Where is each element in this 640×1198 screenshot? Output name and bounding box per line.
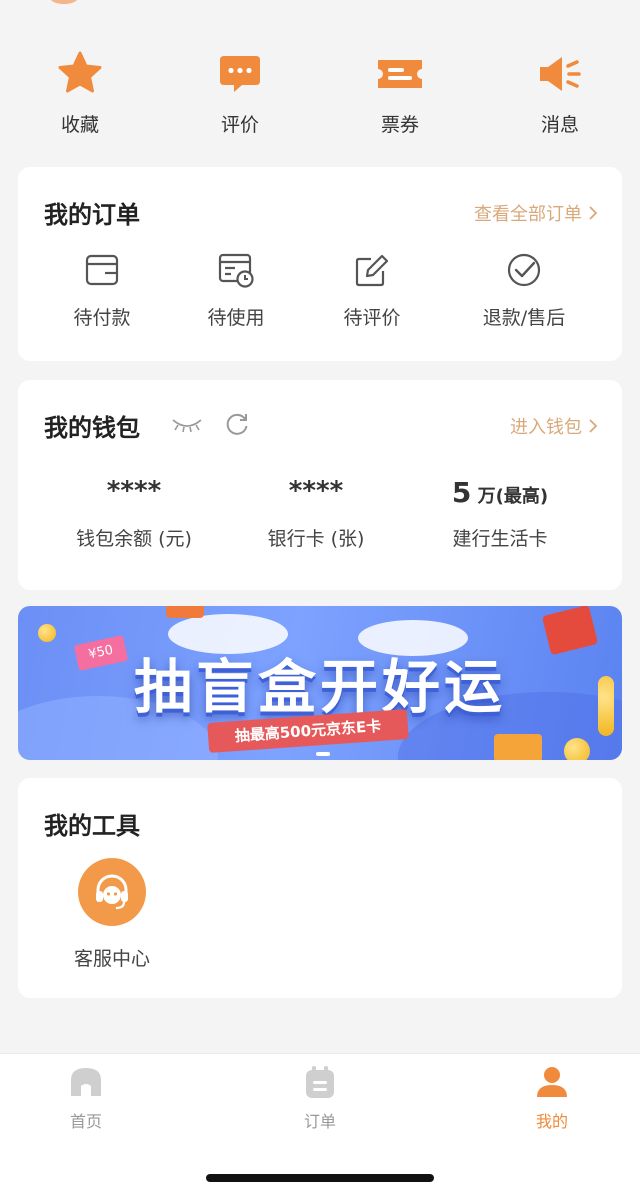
quick-action-label: 评价 xyxy=(220,114,259,136)
wallet-card: 我的钱包 进入钱包 **** 钱包余额 (元) **** 银行卡 (张) 5 万… xyxy=(18,380,622,590)
quick-action-label: 收藏 xyxy=(60,114,99,136)
enter-wallet-link[interactable]: 进入钱包 xyxy=(510,413,598,439)
tab-label: 我的 xyxy=(535,1112,568,1131)
tab-orders[interactable]: 订单 xyxy=(260,1064,380,1132)
home-indicator xyxy=(206,1174,434,1182)
life-card-label: 建行生活卡 xyxy=(452,528,548,550)
life-card-amount: 5 xyxy=(451,476,472,509)
tab-mine[interactable]: 我的 xyxy=(492,1064,612,1132)
refresh-icon[interactable] xyxy=(224,411,250,437)
tools-title: 我的工具 xyxy=(44,812,140,840)
user-icon xyxy=(537,1067,567,1097)
tools-card: 我的工具 客服中心 xyxy=(18,778,622,998)
home-icon xyxy=(71,1068,101,1096)
megaphone-icon xyxy=(540,57,581,91)
banner-title: 抽盲盒开好运 xyxy=(133,653,506,721)
tab-label: 订单 xyxy=(303,1112,336,1131)
quick-action-favorites[interactable]: 收藏 xyxy=(20,48,140,137)
wallet-title: 我的钱包 xyxy=(44,414,140,442)
check-circle-icon xyxy=(507,253,541,287)
promo-banner[interactable]: ¥50 抽盲盒开好运 抽最高500元京东E卡 xyxy=(18,606,622,760)
gift-box xyxy=(166,606,204,618)
coin xyxy=(564,738,590,760)
life-card[interactable]: 5 万(最高) 建行生活卡 xyxy=(410,476,590,551)
headset-icon xyxy=(96,874,128,910)
order-status-label: 待评价 xyxy=(343,307,401,329)
quick-action-tickets[interactable]: 票券 xyxy=(340,48,460,137)
view-all-orders-label: 查看全部订单 xyxy=(474,204,582,225)
calendar-clock-icon xyxy=(218,253,254,288)
tab-label: 首页 xyxy=(69,1112,102,1131)
tool-icon-circle xyxy=(78,858,146,926)
bank-cards[interactable]: **** 银行卡 (张) xyxy=(226,476,406,551)
chevron-right-icon xyxy=(589,419,598,433)
customer-service-center[interactable]: 客服中心 xyxy=(44,858,180,971)
order-status-label: 待付款 xyxy=(73,307,131,329)
gift-box xyxy=(494,734,542,760)
order-status-to-use[interactable]: 待使用 xyxy=(168,251,304,330)
edit-icon xyxy=(355,254,389,287)
quick-action-reviews[interactable]: 评价 xyxy=(180,48,300,137)
enter-wallet-label: 进入钱包 xyxy=(510,417,582,438)
order-status-to-review[interactable]: 待评价 xyxy=(304,251,440,330)
tool-label: 客服中心 xyxy=(73,948,150,970)
order-status-pending-payment[interactable]: 待付款 xyxy=(34,251,170,330)
order-status-refund[interactable]: 退款/售后 xyxy=(456,251,592,330)
wallet-balance[interactable]: **** 钱包余额 (元) xyxy=(44,476,224,551)
comment-icon xyxy=(220,56,260,92)
ticket-icon xyxy=(378,60,422,88)
order-status-label: 待使用 xyxy=(207,307,265,329)
life-card-value: 5 万(最高) xyxy=(410,476,590,510)
order-status-label: 退款/售后 xyxy=(482,307,566,329)
quick-action-label: 消息 xyxy=(540,114,579,136)
avatar[interactable] xyxy=(44,0,84,4)
chevron-right-icon xyxy=(589,206,598,220)
wallet-icon xyxy=(85,254,119,286)
eye-closed-icon[interactable] xyxy=(170,414,204,434)
view-all-orders-link[interactable]: 查看全部订单 xyxy=(474,200,598,226)
order-icon xyxy=(306,1066,334,1098)
quick-actions: 收藏 评价 票券 消息 xyxy=(0,48,640,144)
tab-home[interactable]: 首页 xyxy=(26,1064,146,1132)
orders-title: 我的订单 xyxy=(44,201,140,229)
star-icon xyxy=(58,51,102,93)
quick-action-label: 票券 xyxy=(380,114,419,136)
banner-dot-active xyxy=(316,752,330,756)
life-card-unit: 万(最高) xyxy=(471,486,549,507)
orders-card: 我的订单 查看全部订单 待付款 待使用 待评价 退款/售后 xyxy=(18,167,622,361)
banner-pagination xyxy=(316,752,330,756)
bank-cards-label: 银行卡 (张) xyxy=(267,528,365,550)
wallet-balance-value: **** xyxy=(106,476,162,506)
bank-cards-value: **** xyxy=(288,476,344,506)
wallet-balance-label: 钱包余额 (元) xyxy=(76,528,192,550)
quick-action-messages[interactable]: 消息 xyxy=(500,48,620,137)
